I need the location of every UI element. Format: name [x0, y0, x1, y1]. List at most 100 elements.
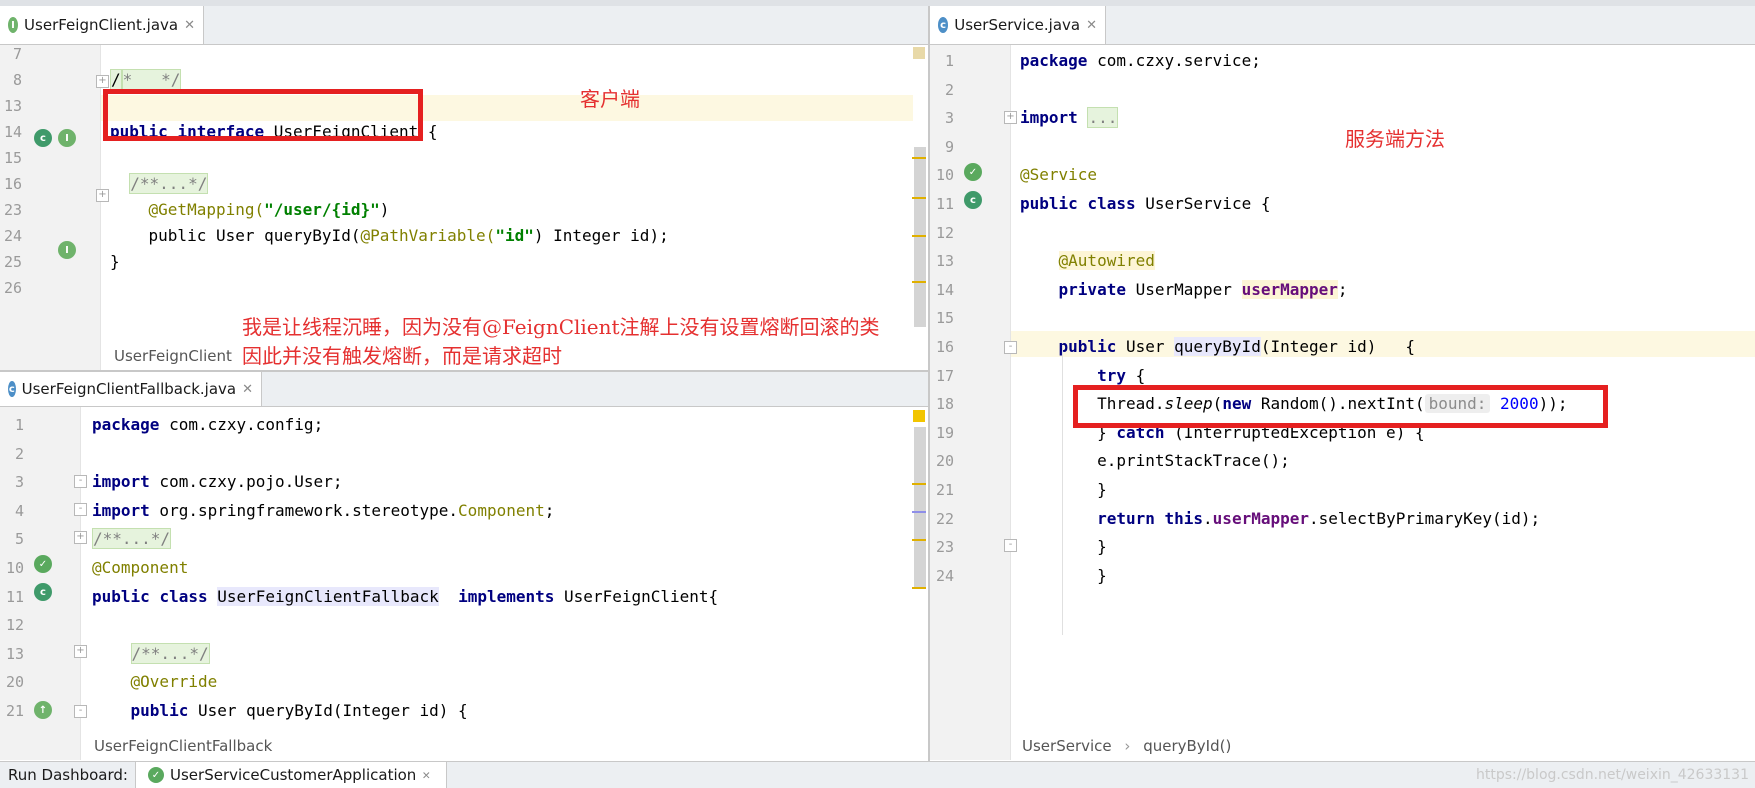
inspection-indicator	[913, 410, 925, 422]
code-line[interactable]: try {	[1020, 366, 1145, 385]
spring-bean-icon[interactable]: ✓	[964, 163, 982, 181]
code-token: .selectByPrimaryKey(id);	[1309, 508, 1541, 528]
code-token: ;	[544, 500, 555, 520]
breadcrumb-method[interactable]: queryById()	[1143, 737, 1231, 755]
implemented-class-icon[interactable]: c	[964, 191, 982, 209]
code-line[interactable]: }	[1020, 566, 1107, 585]
explanation-line-1: 我是让线程沉睡，因为没有@FeignClient注解上没有设置熔断回滚的类	[242, 315, 880, 339]
run-config-tab[interactable]: ✓ UserServiceCustomerApplication ✕	[135, 762, 447, 788]
code-line[interactable]: /**...*/	[92, 642, 210, 664]
code-line[interactable]: @Component	[92, 558, 188, 577]
implemented-class-icon[interactable]: c	[34, 129, 52, 147]
line-number: 11	[935, 195, 954, 213]
code-line[interactable]: /**...*/	[92, 528, 172, 550]
code-line[interactable]: public User queryById(@PathVariable("id"…	[110, 226, 669, 245]
fold-marker-icon[interactable]: +	[96, 189, 109, 202]
line-number: 14	[935, 280, 954, 299]
line-number: 19	[935, 423, 954, 442]
code-line[interactable]: }	[1020, 537, 1107, 556]
interface-implemented-icon[interactable]: I	[58, 241, 76, 259]
code-token: package	[92, 415, 160, 434]
code-line[interactable]: package com.czxy.service;	[1020, 51, 1261, 70]
code-line[interactable]: import com.czxy.pojo.User;	[92, 472, 342, 491]
line-number: 26	[3, 279, 22, 297]
server-method-annotation: 服务端方法	[1345, 127, 1445, 151]
thread-sleep-highlight	[1073, 385, 1608, 428]
close-icon[interactable]: ✕	[242, 382, 253, 397]
code-line[interactable]: private UserMapper userMapper;	[1020, 279, 1348, 299]
tab-userfeignclientfallback[interactable]: c UserFeignClientFallback.java ✕	[0, 372, 262, 406]
code-line[interactable]: public User queryById(Integer id) {	[1020, 337, 1415, 356]
client-annotation: 客户端	[580, 87, 640, 111]
breadcrumb[interactable]: UserFeignClientFallback	[94, 737, 272, 755]
fold-marker-icon[interactable]: +	[96, 75, 109, 88]
breadcrumb: UserService › queryById()	[1022, 737, 1231, 755]
code-line[interactable]: @Service	[1020, 165, 1097, 184]
code-line[interactable]: e.printStackTrace();	[1020, 451, 1290, 470]
code-line[interactable]: public class UserFeignClientFallback imp…	[92, 586, 718, 606]
tab-userfeignclient[interactable]: I UserFeignClient.java ✕	[0, 6, 204, 44]
class-file-icon: c	[938, 17, 949, 33]
code-token: this	[1164, 508, 1204, 528]
code-line[interactable]: import ...	[1020, 107, 1119, 129]
scrollbar[interactable]	[914, 427, 926, 587]
code-line[interactable]: public User queryById(Integer id) {	[92, 701, 468, 720]
fold-marker-icon[interactable]: -	[1004, 539, 1017, 552]
line-number: 13	[5, 644, 24, 663]
close-icon[interactable]: ✕	[1086, 18, 1097, 33]
code-line[interactable]: / * */	[110, 69, 182, 90]
close-icon[interactable]: ✕	[422, 768, 430, 783]
fold-marker-icon[interactable]: +	[74, 531, 87, 544]
scrollbar[interactable]	[914, 147, 926, 327]
code-token: class	[159, 586, 208, 606]
code-token: "id"	[495, 226, 534, 245]
code-line[interactable]: import org.springframework.stereotype.Co…	[92, 501, 554, 520]
close-icon[interactable]: ✕	[184, 18, 195, 33]
line-number: 4	[14, 501, 24, 520]
code-line[interactable]: /**...*/	[110, 173, 209, 194]
line-number: 12	[935, 223, 954, 242]
fold-marker-icon[interactable]: +	[1004, 111, 1017, 124]
code-line[interactable]: @GetMapping("/user/{id}")	[110, 200, 390, 219]
override-method-icon[interactable]: ↑	[34, 701, 52, 719]
spring-bean-icon[interactable]: ✓	[34, 555, 52, 573]
code-line[interactable]: package com.czxy.config;	[92, 415, 323, 434]
code-line[interactable]: }	[110, 252, 120, 271]
breadcrumb-separator: ›	[1124, 737, 1131, 755]
code-token: UserFeignClientFallback	[217, 586, 439, 606]
code-line[interactable]: @Override	[92, 672, 218, 691]
code-line[interactable]: return this.userMapper.selectByPrimaryKe…	[1020, 509, 1540, 528]
breadcrumb[interactable]: UserFeignClient	[114, 347, 232, 365]
fold-marker-icon[interactable]: +	[74, 645, 87, 658]
fold-marker-icon[interactable]: -	[1004, 341, 1017, 354]
interface-implemented-icon[interactable]: I	[58, 129, 76, 147]
code-token: queryById	[1174, 337, 1261, 356]
code-token: (Integer id) {	[1260, 337, 1415, 356]
bottom-left-editor[interactable]: 1 2 3 4 5 10 11 12 13 20 21 package com.czxy.confi…	[0, 407, 928, 760]
fold-marker-icon[interactable]: -	[74, 705, 87, 718]
code-line[interactable]: public class UserService {	[1020, 194, 1270, 213]
code-token: return	[1097, 508, 1155, 528]
code-token: UserMapper	[1125, 279, 1242, 299]
code-token: public	[92, 586, 150, 606]
code-token: "/user/{id}"	[264, 200, 380, 219]
tab-userservice[interactable]: c UserService.java ✕	[930, 6, 1106, 44]
code-token: /**...*/	[129, 173, 209, 194]
fold-marker-icon[interactable]: -	[74, 503, 87, 516]
line-number: 2	[14, 444, 24, 463]
code-token: UserService {	[1135, 194, 1271, 213]
code-token: package	[1020, 51, 1088, 70]
implemented-class-icon[interactable]: c	[34, 583, 52, 601]
fold-marker-icon[interactable]: -	[74, 475, 87, 488]
code-line[interactable]: }	[1020, 480, 1107, 499]
line-number: 24	[3, 227, 22, 245]
breadcrumb-class[interactable]: UserService	[1022, 737, 1112, 755]
code-line[interactable]: @Autowired	[1020, 251, 1155, 271]
